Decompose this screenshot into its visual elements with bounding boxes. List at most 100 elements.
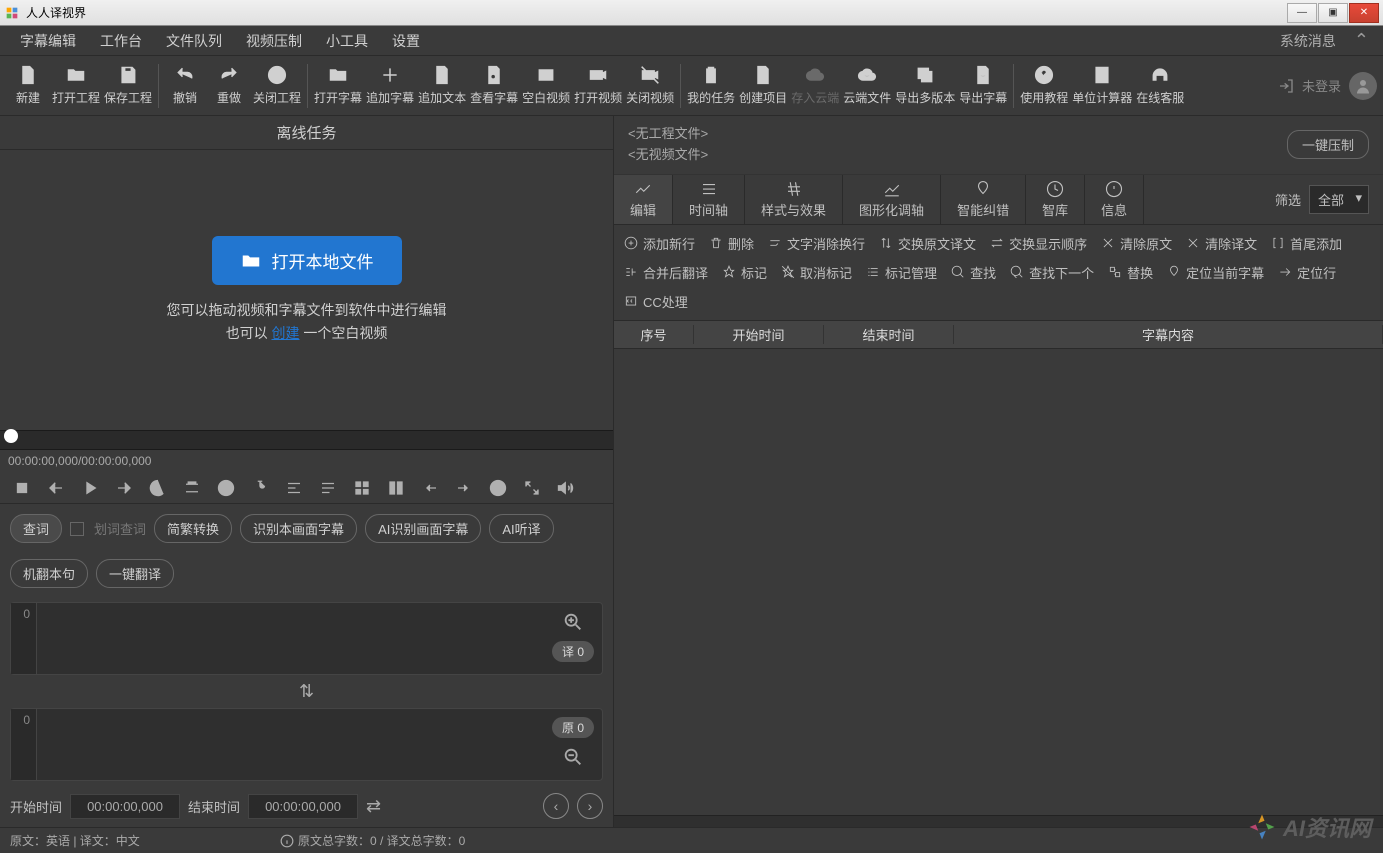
- action-list[interactable]: 标记管理: [866, 260, 937, 285]
- system-message[interactable]: 系统消息: [1280, 31, 1336, 51]
- toolbar-video-off[interactable]: 关闭视频: [624, 61, 676, 110]
- toolbar-clipboard[interactable]: 我的任务: [685, 61, 737, 110]
- tab-2[interactable]: 样式与效果: [745, 175, 843, 224]
- action-merge[interactable]: 合并后翻译: [624, 260, 708, 285]
- toolbar-search-doc[interactable]: 查看字幕: [468, 61, 520, 110]
- player-jump-fwd-icon[interactable]: [450, 474, 478, 502]
- toolbar-video[interactable]: 打开视频: [572, 61, 624, 110]
- player-marker-icon[interactable]: [246, 474, 274, 502]
- player-step-back-icon[interactable]: [42, 474, 70, 502]
- minimize-button[interactable]: —: [1287, 3, 1317, 23]
- action-cc[interactable]: CC处理: [624, 289, 688, 314]
- sync-icon[interactable]: ⇄: [366, 796, 381, 817]
- player-loop-icon[interactable]: [144, 474, 172, 502]
- collapse-icon[interactable]: ⌃: [1348, 30, 1375, 51]
- login-text[interactable]: 未登录: [1302, 76, 1341, 95]
- toolbar-plus[interactable]: 追加字幕: [364, 61, 416, 110]
- menu-file-queue[interactable]: 文件队列: [154, 25, 234, 57]
- player-target-icon[interactable]: [484, 474, 512, 502]
- pill-lookup[interactable]: 查词: [10, 514, 62, 543]
- player-align2-icon[interactable]: [314, 474, 342, 502]
- one-click-encode-button[interactable]: 一键压制: [1287, 130, 1369, 159]
- zoom-out-icon[interactable]: [562, 746, 584, 768]
- avatar[interactable]: [1349, 72, 1377, 100]
- action-swap-h[interactable]: 交换显示顺序: [990, 231, 1087, 256]
- toolbar-help[interactable]: 使用教程: [1018, 61, 1070, 110]
- info-icon[interactable]: 原文总字数：0 / 译文总字数：0: [280, 832, 465, 849]
- action-pin[interactable]: 标记: [722, 260, 767, 285]
- player-step-fwd-icon[interactable]: [110, 474, 138, 502]
- toolbar-folder[interactable]: 打开工程: [50, 61, 102, 110]
- pill-select-lookup[interactable]: 划词查词: [94, 519, 146, 538]
- menu-settings[interactable]: 设置: [380, 25, 432, 57]
- toolbar-blank-video[interactable]: 空白视频: [520, 61, 572, 110]
- close-button[interactable]: ✕: [1349, 3, 1379, 23]
- pill-tradsimp[interactable]: 简繁转换: [154, 514, 232, 543]
- tab-5[interactable]: 智库: [1026, 175, 1085, 224]
- prev-button[interactable]: ‹: [543, 793, 569, 819]
- zoom-in-icon[interactable]: [562, 611, 584, 633]
- menu-workbench[interactable]: 工作台: [88, 25, 154, 57]
- toolbar-export-sub[interactable]: 导出字幕: [957, 61, 1009, 110]
- player-stop-icon[interactable]: [8, 474, 36, 502]
- action-plus-circle[interactable]: 添加新行: [624, 231, 695, 256]
- pill-mt-line[interactable]: 机翻本句: [10, 559, 88, 588]
- action-swap-v[interactable]: 交换原文译文: [879, 231, 976, 256]
- toolbar-save[interactable]: 保存工程: [102, 61, 154, 110]
- menu-gadgets[interactable]: 小工具: [314, 25, 380, 57]
- filter-select[interactable]: 全部: [1309, 185, 1369, 214]
- toolbar-doc[interactable]: 追加文本: [416, 61, 468, 110]
- action-nowrap[interactable]: 文字消除换行: [768, 231, 865, 256]
- tab-0[interactable]: 编辑: [614, 175, 673, 224]
- toolbar-cloud[interactable]: 存入云端: [789, 61, 841, 110]
- menu-subtitle-edit[interactable]: 字幕编辑: [8, 25, 88, 57]
- action-locate[interactable]: 定位当前字幕: [1167, 260, 1264, 285]
- player-font-size-icon[interactable]: [178, 474, 206, 502]
- player-columns-icon[interactable]: [382, 474, 410, 502]
- edit-box-bottom[interactable]: 0 原 0: [10, 708, 603, 781]
- action-next[interactable]: 查找下一个: [1010, 260, 1094, 285]
- toolbar-redo[interactable]: 重做: [207, 61, 251, 110]
- dropzone[interactable]: 打开本地文件 您可以拖动视频和字幕文件到软件中进行编辑 也可以 创建 一个空白视…: [0, 150, 613, 430]
- next-button[interactable]: ›: [577, 793, 603, 819]
- player-play-icon[interactable]: [76, 474, 104, 502]
- toolbar-headset[interactable]: 在线客服: [1134, 61, 1186, 110]
- player-clock-icon[interactable]: [212, 474, 240, 502]
- player-grid-icon[interactable]: [348, 474, 376, 502]
- edit-box-top[interactable]: 0 译 0: [10, 602, 603, 675]
- toolbar-close-circle[interactable]: 关闭工程: [251, 61, 303, 110]
- action-replace[interactable]: 替换: [1108, 260, 1153, 285]
- player-volume-icon[interactable]: [552, 474, 580, 502]
- action-trash[interactable]: 删除: [709, 231, 754, 256]
- pill-mt-all[interactable]: 一键翻译: [96, 559, 174, 588]
- action-bracket[interactable]: 首尾添加: [1271, 231, 1342, 256]
- swap-arrows-icon[interactable]: ⇅: [10, 679, 603, 704]
- create-link[interactable]: 创建: [272, 325, 300, 341]
- toolbar-calc[interactable]: 单位计算器: [1070, 61, 1134, 110]
- tab-6[interactable]: 信息: [1085, 175, 1144, 224]
- end-time-input[interactable]: 00:00:00,000: [248, 794, 358, 819]
- toolbar-add-doc[interactable]: 创建项目: [737, 61, 789, 110]
- toolbar-cloud-dl[interactable]: 云端文件: [841, 61, 893, 110]
- player-shuffle-icon[interactable]: [518, 474, 546, 502]
- playhead[interactable]: [4, 429, 18, 443]
- pill-check[interactable]: [70, 522, 84, 536]
- toolbar-undo[interactable]: 撤销: [163, 61, 207, 110]
- open-local-file-button[interactable]: 打开本地文件: [212, 236, 402, 285]
- toolbar-file-plus[interactable]: 新建: [6, 61, 50, 110]
- toolbar-export-multi[interactable]: 导出多版本: [893, 61, 957, 110]
- maximize-button[interactable]: ▣: [1318, 3, 1348, 23]
- start-time-input[interactable]: 00:00:00,000: [70, 794, 180, 819]
- pill-ai-transcribe[interactable]: AI听译: [489, 514, 553, 543]
- action-clear[interactable]: 清除译文: [1186, 231, 1257, 256]
- player-align1-icon[interactable]: [280, 474, 308, 502]
- player-jump-back-icon[interactable]: [416, 474, 444, 502]
- action-search[interactable]: 查找: [951, 260, 996, 285]
- action-clear[interactable]: 清除原文: [1101, 231, 1172, 256]
- action-goto[interactable]: 定位行: [1278, 260, 1336, 285]
- tab-1[interactable]: 时间轴: [673, 175, 745, 224]
- pill-ai-ocr[interactable]: AI识别画面字幕: [365, 514, 481, 543]
- tab-3[interactable]: 图形化调轴: [843, 175, 941, 224]
- timeline[interactable]: [0, 430, 613, 450]
- menu-video-encode[interactable]: 视频压制: [234, 25, 314, 57]
